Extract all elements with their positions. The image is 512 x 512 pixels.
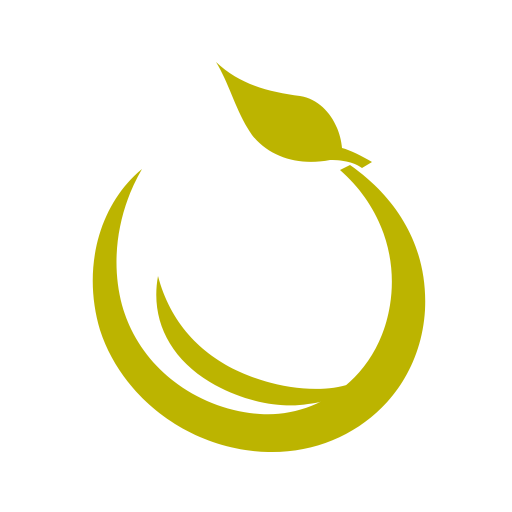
- outer-swoosh-shape: [92, 165, 426, 453]
- sprout-swirl-logo-icon: [92, 62, 426, 453]
- app-icon-canvas: [0, 0, 512, 512]
- inner-swoosh-shape: [156, 276, 350, 406]
- leaf-shape: [216, 62, 372, 168]
